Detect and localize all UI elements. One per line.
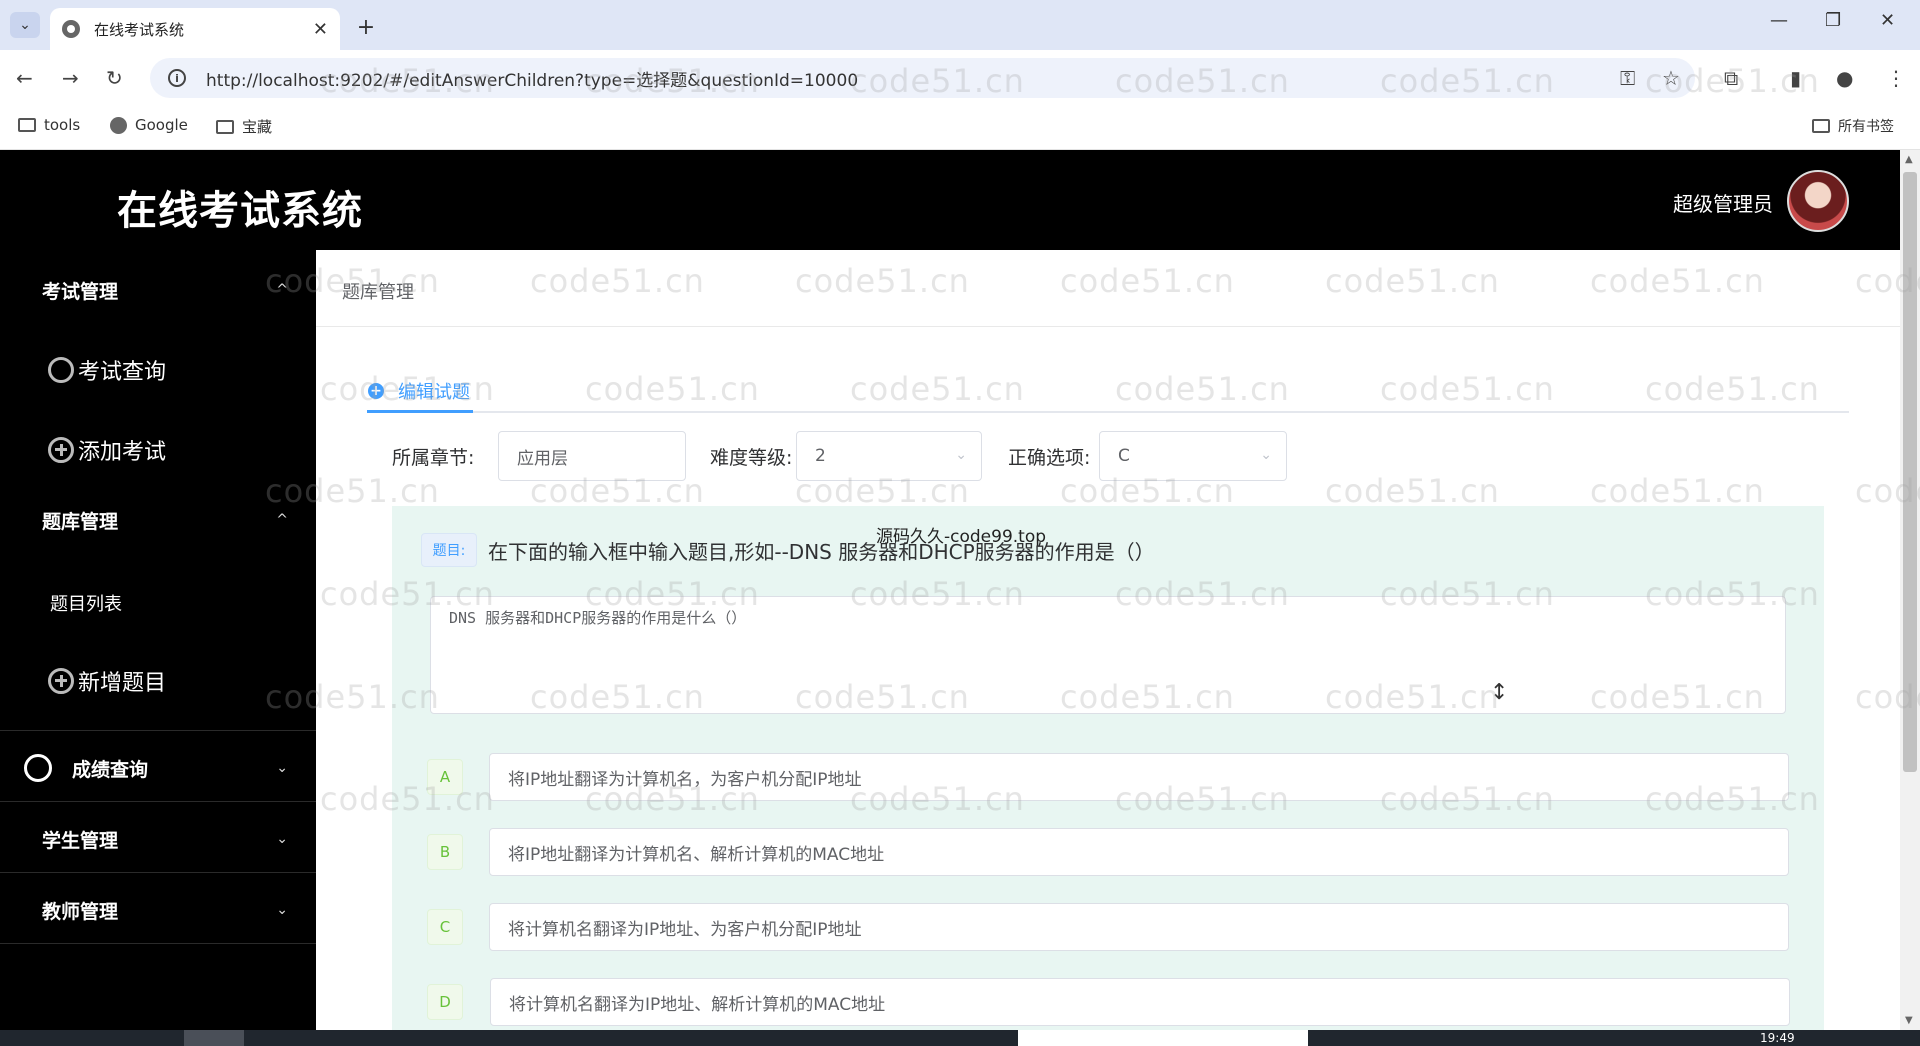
sidebar-divider: [0, 943, 316, 944]
option-b-badge: B: [427, 834, 463, 870]
menu-item-add-exam[interactable]: 添加考试: [48, 434, 166, 466]
menu-item-add-question[interactable]: 新增题目: [48, 665, 166, 697]
globe-icon: [110, 116, 127, 134]
breadcrumb: 题库管理: [342, 282, 414, 303]
chevron-down-icon: ⌄: [955, 447, 967, 463]
option-a-input[interactable]: 将IP地址翻译为计算机名，为客户机分配IP地址: [489, 753, 1789, 801]
menu-group-teachers[interactable]: 教师管理 ⌄: [0, 894, 316, 926]
user-name[interactable]: 超级管理员: [1673, 188, 1773, 217]
side-panel-icon[interactable]: ▮: [1790, 66, 1801, 90]
add-circle-icon: [48, 437, 74, 463]
password-key-icon[interactable]: ⚿: [1620, 66, 1635, 90]
menu-item-exam-query[interactable]: 考试查询: [48, 354, 166, 386]
chevron-down-icon: ⌄: [276, 760, 288, 776]
option-d-badge: D: [427, 984, 463, 1020]
new-tab-button[interactable]: +: [352, 13, 380, 41]
browser-tab[interactable]: 在线考试系统 ✕: [50, 8, 340, 50]
reload-icon[interactable]: ↻: [106, 66, 123, 90]
tab-search-button[interactable]: ⌄: [10, 12, 40, 38]
option-c-input[interactable]: 将计算机名翻译为IP地址、为客户机分配IP地址: [489, 903, 1789, 951]
page-scrollbar[interactable]: ▲ ▼: [1900, 150, 1920, 1030]
active-tab-indicator: [367, 410, 473, 413]
app-title: 在线考试系统: [117, 188, 363, 234]
address-bar[interactable]: i http://localhost:9202/#/editAnswerChil…: [150, 58, 1695, 98]
extensions-icon[interactable]: ⧉: [1724, 66, 1738, 90]
back-icon[interactable]: ←: [16, 66, 33, 90]
bookmark-star-icon[interactable]: ☆: [1662, 66, 1680, 90]
question-hint: 在下面的输入框中输入题目,形如--DNS 服务器和DHCP服务器的作用是（）: [488, 540, 1155, 564]
scrollbar-thumb[interactable]: [1903, 172, 1917, 772]
scroll-up-icon[interactable]: ▲: [1905, 154, 1913, 165]
sidebar-divider: [0, 872, 316, 873]
folder-icon: [1812, 119, 1830, 133]
minimize-icon[interactable]: —: [1770, 10, 1788, 31]
breadcrumb-divider: [316, 326, 1900, 327]
url-text: http://localhost:9202/#/editAnswerChildr…: [206, 70, 859, 91]
add-circle-icon: [48, 668, 74, 694]
bookmark-google[interactable]: Google: [110, 116, 188, 134]
folder-icon: [216, 119, 234, 134]
option-d-input[interactable]: 将计算机名翻译为IP地址、解析计算机的MAC地址: [490, 978, 1790, 1026]
menu-group-exam[interactable]: 考试管理 ^: [0, 274, 316, 306]
forward-icon[interactable]: →: [62, 66, 79, 90]
profile-icon[interactable]: ●: [1836, 66, 1853, 90]
bookmark-tools[interactable]: tools: [18, 116, 80, 134]
avatar[interactable]: [1787, 170, 1849, 232]
tab-edit-question[interactable]: + 编辑试题: [368, 378, 470, 404]
all-bookmarks[interactable]: 所有书签: [1812, 116, 1894, 136]
difficulty-select[interactable]: 2 ⌄: [796, 431, 982, 481]
search-icon: [24, 754, 52, 782]
chevron-down-icon: ⌄: [1260, 447, 1272, 463]
menu-kebab-icon[interactable]: ⋮: [1886, 66, 1906, 90]
sidebar-divider: [0, 801, 316, 802]
correct-option-label: 正确选项:: [1008, 447, 1091, 469]
menu-item-question-list[interactable]: 题目列表: [50, 590, 122, 616]
menu-group-students[interactable]: 学生管理 ⌄: [0, 823, 316, 855]
close-tab-icon[interactable]: ✕: [313, 19, 328, 40]
difficulty-label: 难度等级:: [710, 447, 793, 469]
chevron-down-icon: ⌄: [276, 902, 288, 918]
sidebar-divider: [0, 730, 316, 731]
chevron-down-icon: ⌄: [276, 831, 288, 847]
site-info-icon[interactable]: i: [168, 69, 186, 87]
menu-group-question-bank[interactable]: 题库管理 ^: [0, 504, 316, 536]
add-circle-icon: +: [368, 383, 384, 399]
chapter-input[interactable]: 应用层: [498, 431, 686, 481]
menu-group-scores[interactable]: 成绩查询 ⌄: [0, 752, 316, 784]
scroll-down-icon[interactable]: ▼: [1905, 1015, 1913, 1026]
folder-icon: [18, 118, 36, 132]
correct-option-select[interactable]: C ⌄: [1099, 431, 1287, 481]
overlay-watermark-text: 源码久久-code99.top: [876, 527, 1047, 547]
os-taskbar: [0, 1030, 1920, 1046]
taskbar-app-icon[interactable]: [184, 1030, 244, 1046]
tabs-baseline: [367, 411, 1849, 413]
bookmarks-bar: [0, 108, 1920, 150]
chapter-label: 所属章节:: [392, 447, 475, 469]
option-a-badge: A: [427, 759, 463, 795]
taskbar-search-box[interactable]: [1018, 1030, 1308, 1046]
option-b-input[interactable]: 将IP地址翻译为计算机名、解析计算机的MAC地址: [489, 828, 1789, 876]
tab-title: 在线考试系统: [94, 20, 185, 39]
bookmark-treasure[interactable]: 宝藏: [216, 116, 272, 137]
resize-cursor-icon: ↕: [1490, 680, 1509, 705]
chevron-up-icon: ^: [276, 512, 288, 528]
taskbar-clock: 19:49: [1760, 1031, 1795, 1045]
window-close-icon[interactable]: ✕: [1880, 10, 1895, 31]
question-tag: 题目:: [421, 533, 477, 567]
chevron-up-icon: ^: [276, 282, 288, 298]
question-textarea[interactable]: DNS 服务器和DHCP服务器的作用是什么（）: [430, 596, 1786, 714]
restore-icon[interactable]: ❐: [1825, 10, 1841, 31]
option-c-badge: C: [427, 909, 463, 945]
search-circle-icon: [48, 357, 74, 383]
tab-favicon-icon: [62, 20, 80, 38]
